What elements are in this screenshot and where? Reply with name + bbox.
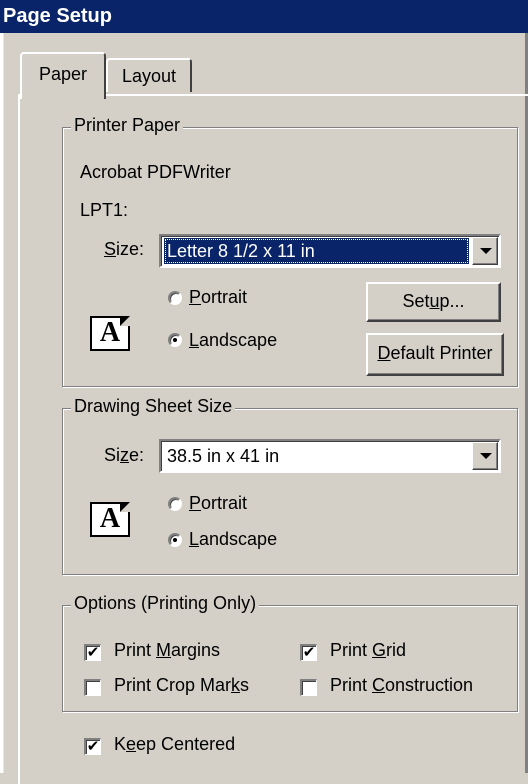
dialog-left-edge — [0, 33, 4, 773]
window-title: Page Setup — [3, 5, 112, 27]
title-bar: Page Setup — [0, 0, 528, 33]
tab-panel-paper — [18, 94, 528, 784]
tab-layout[interactable]: Layout — [106, 58, 192, 92]
tab-paper[interactable]: Paper — [20, 52, 106, 99]
tab-layout-label: Layout — [121, 66, 177, 86]
tab-paper-label: Paper — [38, 64, 88, 84]
